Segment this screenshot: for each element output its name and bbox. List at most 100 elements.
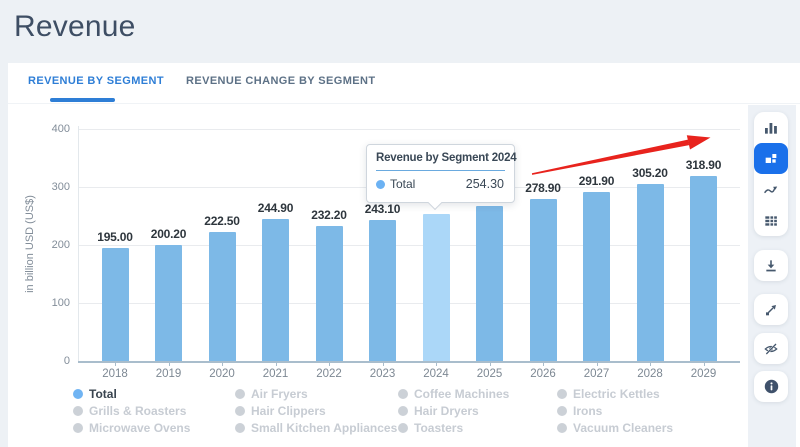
bar-2027[interactable]: [583, 192, 610, 361]
tab-revenue-by-segment[interactable]: REVENUE BY SEGMENT: [28, 75, 164, 87]
page-header: Revenue: [0, 0, 800, 63]
tooltip-title: Revenue by Segment 2024: [367, 145, 514, 164]
legend-label: Toasters: [414, 421, 463, 435]
legend-item-toasters[interactable]: Toasters: [398, 421, 463, 435]
x-axis-line: [78, 361, 740, 363]
x-tick: [490, 362, 491, 366]
bar-2029[interactable]: [690, 176, 717, 361]
y-tick-label: 400: [34, 123, 70, 135]
legend-label: Grills & Roasters: [89, 404, 186, 418]
tab-bar: REVENUE BY SEGMENT REVENUE CHANGE BY SEG…: [8, 63, 800, 104]
y-tick-label: 100: [34, 297, 70, 309]
legend-label: Hair Clippers: [251, 404, 326, 418]
legend-label: Irons: [573, 404, 602, 418]
bar-2018[interactable]: [102, 248, 129, 361]
x-tick: [436, 362, 437, 366]
page-title: Revenue: [14, 10, 136, 44]
chart-type-button-group: [754, 112, 788, 236]
x-label-2028: 2028: [623, 368, 677, 380]
legend-item-microwave-ovens[interactable]: Microwave Ovens: [73, 421, 190, 435]
legend-dot-icon: [73, 389, 83, 399]
tab-revenue-change-by-segment[interactable]: REVENUE CHANGE BY SEGMENT: [186, 75, 376, 87]
legend-item-vacuum-cleaners[interactable]: Vacuum Cleaners: [557, 421, 673, 435]
legend-label: Vacuum Cleaners: [573, 421, 673, 435]
bar-2021[interactable]: [262, 219, 289, 361]
legend-dot-icon: [557, 389, 567, 399]
y-axis-title: in billion USD (US$): [24, 195, 36, 293]
segmented-chart-icon: [763, 151, 779, 167]
bar-2025[interactable]: [476, 206, 503, 361]
bar-2024[interactable]: [423, 214, 450, 362]
x-label-2019: 2019: [142, 368, 196, 380]
legend-dot-icon: [235, 406, 245, 416]
x-tick: [276, 362, 277, 366]
legend-dot-icon: [398, 406, 408, 416]
x-label-2024: 2024: [409, 368, 463, 380]
fullscreen-button[interactable]: [754, 294, 788, 325]
table-button[interactable]: [754, 205, 788, 236]
legend-label: Small Kitchen Appliances: [251, 421, 397, 435]
x-label-2026: 2026: [516, 368, 570, 380]
x-tick: [543, 362, 544, 366]
info-icon: [763, 378, 780, 395]
bar-2023[interactable]: [369, 220, 396, 361]
y-tick-label: 0: [34, 355, 70, 367]
line-chart-button[interactable]: [754, 174, 788, 205]
bar-value-2029: 318.90: [673, 158, 735, 172]
bar-chart-button[interactable]: [754, 112, 788, 143]
x-label-2022: 2022: [302, 368, 356, 380]
info-button[interactable]: [754, 371, 788, 402]
legend-item-grills-roasters[interactable]: Grills & Roasters: [73, 404, 186, 418]
x-tick: [650, 362, 651, 366]
bar-value-2019: 200.20: [138, 227, 200, 241]
line-chart-icon: [763, 182, 779, 198]
legend-dot-icon: [398, 389, 408, 399]
x-label-2020: 2020: [195, 368, 249, 380]
x-label-2029: 2029: [677, 368, 731, 380]
x-tick: [115, 362, 116, 366]
y-tick-label: 300: [34, 181, 70, 193]
legend-dot-icon: [73, 406, 83, 416]
legend-label: Total: [89, 387, 117, 401]
legend-item-air-fryers[interactable]: Air Fryers: [235, 387, 308, 401]
segmented-chart-button[interactable]: [754, 143, 788, 174]
hide-icon: [763, 341, 779, 357]
statista-revenue-widget: Revenue REVENUE BY SEGMENT REVENUE CHANG…: [0, 0, 800, 447]
bar-2020[interactable]: [209, 232, 236, 361]
hide-button[interactable]: [754, 333, 788, 364]
legend-label: Hair Dryers: [414, 404, 479, 418]
bar-2028[interactable]: [637, 184, 664, 361]
series-dot-icon: [376, 180, 385, 189]
x-tick: [704, 362, 705, 366]
legend-item-hair-dryers[interactable]: Hair Dryers: [398, 404, 479, 418]
legend-label: Air Fryers: [251, 387, 308, 401]
legend-dot-icon: [398, 423, 408, 433]
legend-label: Microwave Ovens: [89, 421, 190, 435]
x-tick: [169, 362, 170, 366]
bar-2026[interactable]: [530, 199, 557, 361]
legend-item-hair-clippers[interactable]: Hair Clippers: [235, 404, 326, 418]
legend-dot-icon: [235, 423, 245, 433]
bar-2019[interactable]: [155, 245, 182, 361]
x-tick: [222, 362, 223, 366]
bar-2022[interactable]: [316, 226, 343, 361]
legend-item-total[interactable]: Total: [73, 387, 117, 401]
y-axis-line: [78, 126, 79, 361]
tooltip-series-label: Total: [390, 177, 415, 191]
y-tick-label: 200: [34, 239, 70, 251]
x-tick: [597, 362, 598, 366]
tooltip-row: Total 254.30: [367, 171, 514, 191]
legend-item-small-kitchen-appliances[interactable]: Small Kitchen Appliances: [235, 421, 397, 435]
bar-value-2023: 243.10: [352, 202, 414, 216]
download-icon: [763, 258, 779, 274]
fullscreen-icon: [763, 302, 779, 318]
legend-dot-icon: [557, 406, 567, 416]
bar-chart-icon: [763, 120, 779, 136]
legend-item-coffee-machines[interactable]: Coffee Machines: [398, 387, 509, 401]
download-button[interactable]: [754, 250, 788, 281]
legend-item-irons[interactable]: Irons: [557, 404, 602, 418]
legend-dot-icon: [557, 423, 567, 433]
legend-item-electric-kettles[interactable]: Electric Kettles: [557, 387, 660, 401]
bar-value-2020: 222.50: [191, 214, 253, 228]
table-icon: [763, 213, 779, 229]
